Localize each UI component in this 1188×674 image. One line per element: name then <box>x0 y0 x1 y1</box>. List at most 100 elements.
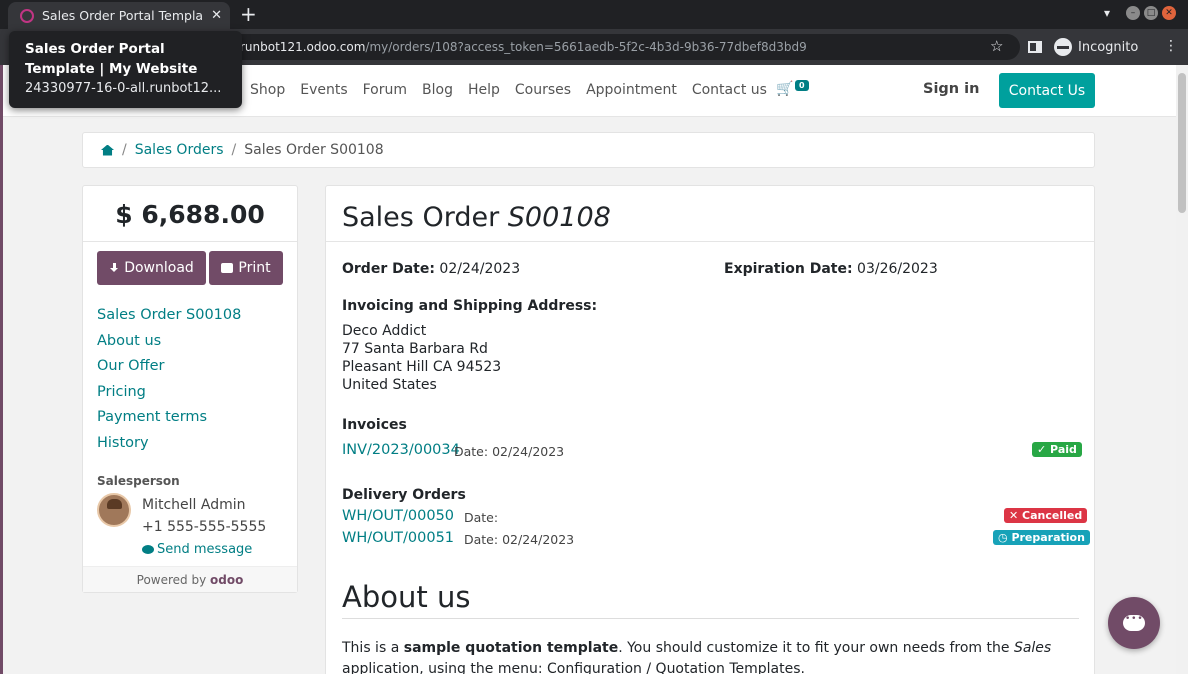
about-italic-text: Sales <box>1013 640 1052 656</box>
about-us-heading: About us <box>342 580 471 614</box>
page-scrollbar[interactable] <box>1176 65 1188 674</box>
window-close-icon[interactable]: ✕ <box>1162 6 1176 20</box>
main-menu: Shop Events Forum Blog Help Courses Appo… <box>250 82 782 98</box>
url-host: runbot121.odoo.com <box>240 40 366 54</box>
download-icon <box>109 262 120 274</box>
menu-item-shop[interactable]: Shop <box>250 82 285 98</box>
expiration-date-label: Expiration Date: <box>724 261 853 277</box>
delivery-status: Preparation <box>1011 531 1085 544</box>
menu-item-help[interactable]: Help <box>468 82 500 98</box>
delivery-date-value: 02/24/2023 <box>502 532 575 547</box>
menu-item-appointment[interactable]: Appointment <box>586 82 677 98</box>
powered-by-label: Powered by <box>136 573 207 587</box>
delivery-date-label: Date: <box>464 532 499 547</box>
menu-item-forum[interactable]: Forum <box>363 82 407 98</box>
toc-item-pricing[interactable]: Pricing <box>97 384 241 410</box>
incognito-label: Incognito <box>1078 39 1139 55</box>
scrollbar-thumb[interactable] <box>1178 73 1186 213</box>
order-number: S00108 <box>507 202 611 233</box>
invoice-link[interactable]: INV/2023/00034 <box>342 442 460 458</box>
divider <box>326 241 1094 242</box>
delivery-link[interactable]: WH/OUT/00050 <box>342 508 454 524</box>
menu-item-blog[interactable]: Blog <box>422 82 453 98</box>
menu-item-courses[interactable]: Courses <box>515 82 571 98</box>
tab-search-chevron-icon[interactable]: ▾ <box>1104 6 1110 20</box>
invoice-date-label: Date: <box>454 444 489 459</box>
bookmark-star-icon[interactable]: ☆ <box>990 37 1003 55</box>
powered-by-footer: Powered by odoo <box>83 566 297 592</box>
contact-us-button[interactable]: Contact Us <box>999 73 1095 108</box>
delivery-date: Date: 02/24/2023 <box>464 532 574 547</box>
salesperson-name: Mitchell Admin <box>142 497 246 513</box>
invoices-heading: Invoices <box>342 417 407 433</box>
cart-link[interactable]: 🛒 0 <box>776 80 809 97</box>
download-button[interactable]: Download <box>97 251 206 285</box>
download-label: Download <box>124 260 194 276</box>
cart-icon: 🛒 <box>776 81 794 97</box>
divider <box>83 241 297 242</box>
toc-item-history[interactable]: History <box>97 435 241 461</box>
address-line: 77 Santa Barbara Rd <box>342 341 488 357</box>
url-text[interactable]: runbot121.odoo.com/my/orders/108?access_… <box>240 40 807 54</box>
send-message-link[interactable]: Send message <box>142 542 252 557</box>
side-panel-icon[interactable] <box>1028 41 1042 53</box>
tab-close-icon[interactable]: ✕ <box>211 8 222 23</box>
toc-item-our-offer[interactable]: Our Offer <box>97 358 241 384</box>
order-date-label: Order Date: <box>342 261 435 277</box>
delivery-link[interactable]: WH/OUT/00051 <box>342 530 454 546</box>
address-block: Deco Addict 77 Santa Barbara Rd Pleasant… <box>342 322 501 394</box>
browser-menu-icon[interactable]: ⋮ <box>1164 38 1178 54</box>
live-chat-button[interactable] <box>1108 597 1160 649</box>
incognito-indicator[interactable]: Incognito <box>1054 38 1138 56</box>
new-tab-icon[interactable]: + <box>240 4 257 24</box>
browser-tabbar: Sales Order Portal Templa ✕ + ▾ – □ ✕ <box>0 0 1188 29</box>
menu-item-contact-us[interactable]: Contact us <box>692 82 767 98</box>
print-icon <box>221 263 234 273</box>
menu-item-events[interactable]: Events <box>300 82 347 98</box>
print-label: Print <box>238 260 271 276</box>
expiration-date: Expiration Date: 03/26/2023 <box>724 261 938 277</box>
print-button[interactable]: Print <box>209 251 283 285</box>
toc-item-sales-order[interactable]: Sales Order S00108 <box>97 307 241 333</box>
breadcrumb-sales-orders[interactable]: Sales Orders <box>135 142 224 158</box>
tooltip-subtitle: 24330977-16-0-all.runbot12... <box>25 81 222 96</box>
order-date: Order Date: 02/24/2023 <box>342 261 520 277</box>
toc-item-about-us[interactable]: About us <box>97 333 241 359</box>
about-text: application, using the menu: Configurati… <box>342 661 805 674</box>
invoice-date-value: 02/24/2023 <box>492 444 565 459</box>
breadcrumb-current: Sales Order S00108 <box>244 142 384 158</box>
minimize-icon[interactable]: – <box>1126 6 1140 20</box>
title-prefix: Sales Order <box>342 202 500 233</box>
status-badge-preparation: ◷ Preparation <box>993 530 1090 545</box>
salesperson-avatar <box>97 493 131 527</box>
maximize-icon[interactable]: □ <box>1144 6 1158 20</box>
order-total: $ 6,688.00 <box>115 200 265 229</box>
status-badge-paid: ✓ Paid <box>1032 442 1082 457</box>
odoo-logo[interactable]: odoo <box>210 573 243 587</box>
status-badge-cancelled: ✕ Cancelled <box>1004 508 1088 523</box>
salesperson-label: Salesperson <box>97 474 180 488</box>
chat-bubble-icon <box>142 545 154 554</box>
sign-in-link[interactable]: Sign in <box>923 81 979 97</box>
address-line: Deco Addict <box>342 323 427 339</box>
invoice-status: Paid <box>1050 443 1077 456</box>
address-line: Pleasant Hill CA 94523 <box>342 359 502 375</box>
about-us-paragraph: This is a sample quotation template. You… <box>342 638 1082 674</box>
site-favicon-icon <box>20 8 34 23</box>
delivery-status: Cancelled <box>1022 509 1083 522</box>
order-content: Sales Order S00108 Order Date: 02/24/202… <box>325 185 1095 674</box>
about-text: . You should customize it to fit your ow… <box>618 640 1014 656</box>
toc-item-payment-terms[interactable]: Payment terms <box>97 409 241 435</box>
tab-title: Sales Order Portal Templa <box>42 8 204 23</box>
address-heading: Invoicing and Shipping Address: <box>342 298 598 314</box>
tooltip-title: Sales Order Portal Template | My Website <box>25 41 198 77</box>
window-controls: ▾ – □ ✕ <box>1104 6 1176 20</box>
incognito-icon <box>1054 38 1072 56</box>
home-icon[interactable] <box>101 144 114 156</box>
breadcrumb: / Sales Orders / Sales Order S00108 <box>82 132 1095 168</box>
browser-tab[interactable]: Sales Order Portal Templa ✕ <box>8 2 230 29</box>
tab-tooltip: Sales Order Portal Template | My Website… <box>9 31 242 108</box>
website: Shop Events Forum Blog Help Courses Appo… <box>0 65 1176 674</box>
delivery-date-label: Date: <box>464 510 499 525</box>
expiration-date-value: 03/26/2023 <box>857 261 938 277</box>
